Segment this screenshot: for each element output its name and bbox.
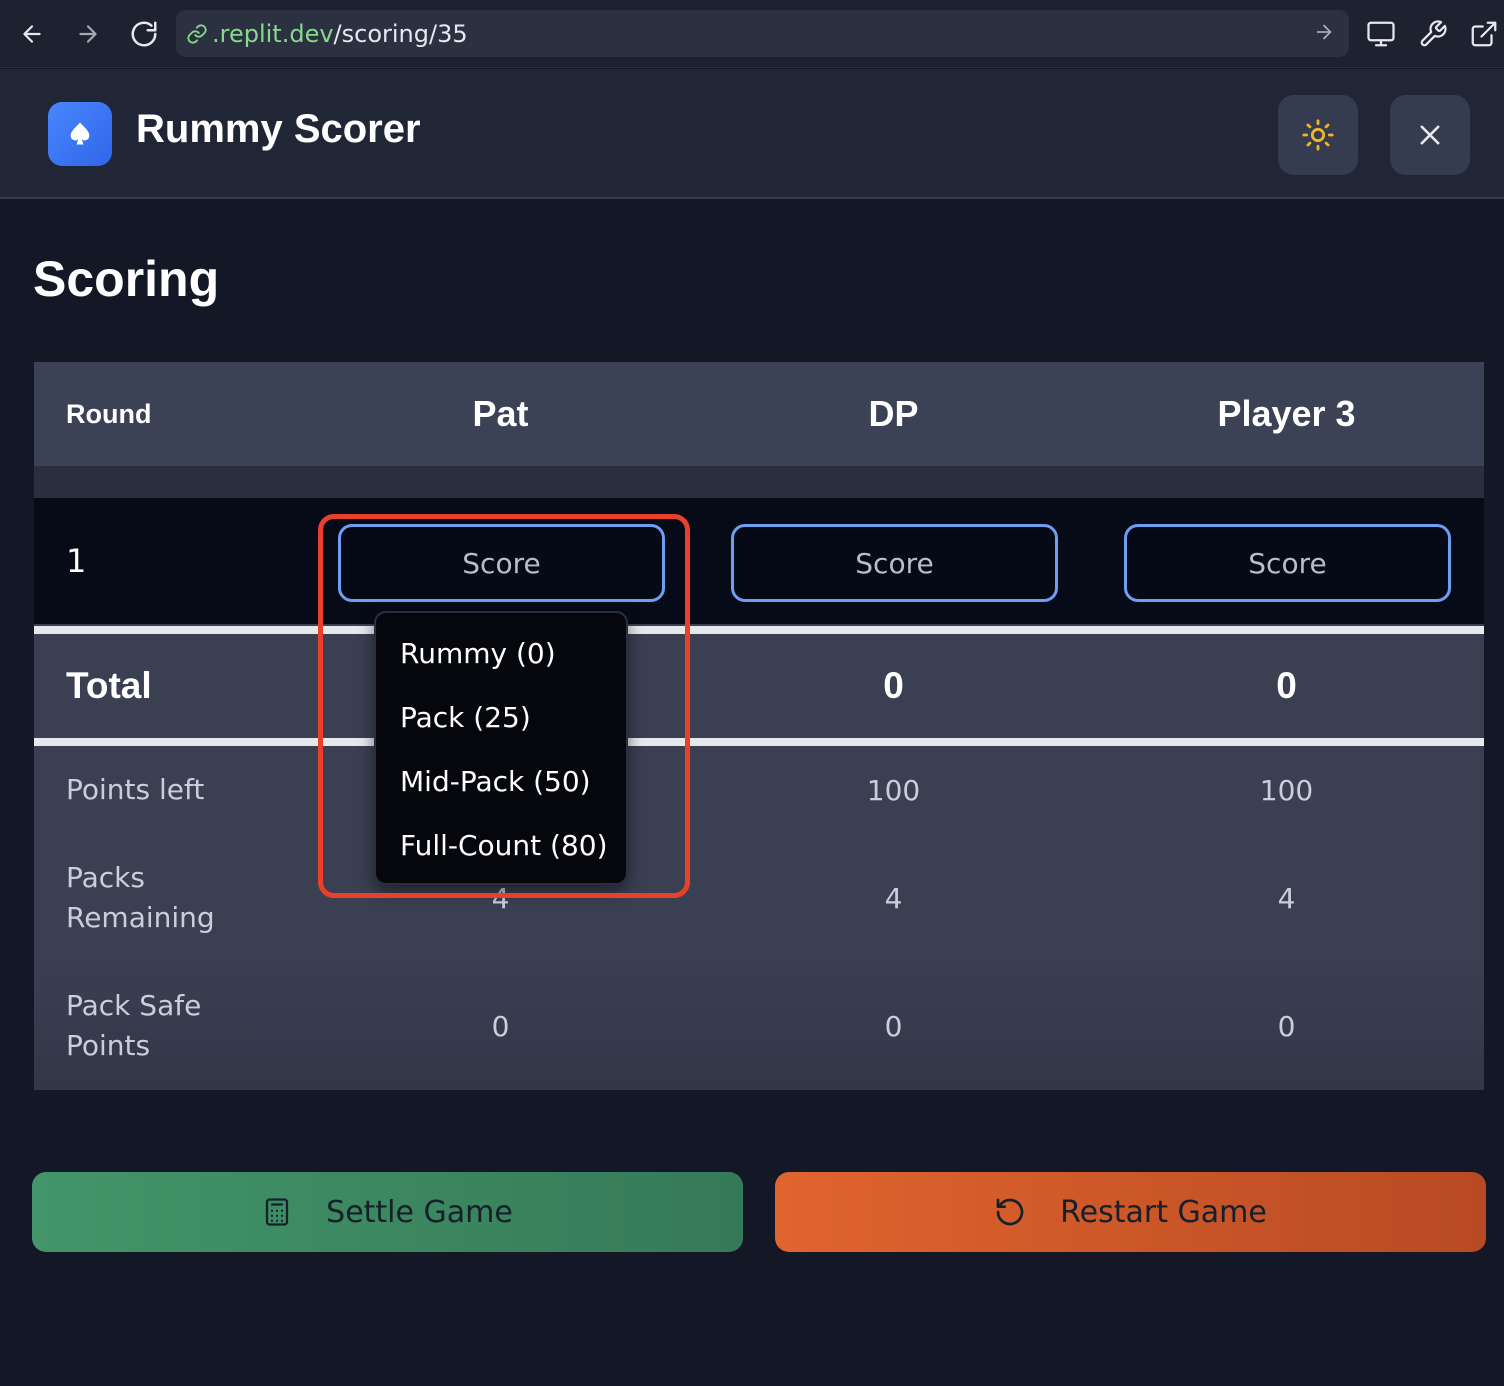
packs-remaining-label-line2: Remaining [66, 901, 215, 934]
scoring-table: Round Pat DP Player 3 1 Score Score Scor… [34, 362, 1484, 1090]
packs-remaining-pat: 4 [491, 882, 510, 915]
address-bar[interactable]: .replit.dev/scoring/35 [176, 10, 1349, 57]
devices-button[interactable] [1361, 14, 1401, 54]
divider [34, 626, 1484, 634]
total-label: Total [66, 665, 152, 706]
points-left-label: Points left [66, 773, 205, 806]
dropdown-option-rummy[interactable]: Rummy (0) [400, 637, 556, 670]
dropdown-option-pack[interactable]: Pack (25) [400, 701, 531, 734]
score-select-pat[interactable]: Score [338, 524, 665, 602]
arrow-left-icon [23, 25, 41, 43]
reload-icon [131, 21, 157, 47]
pack-safe-dp: 0 [884, 1010, 903, 1043]
pack-safe-label-line1: Pack Safe [66, 989, 202, 1022]
arrow-right-icon [1316, 24, 1332, 40]
forward-button[interactable] [68, 14, 108, 54]
monitor-icon [1367, 21, 1395, 47]
app-logo [48, 102, 112, 166]
external-link-icon [1471, 21, 1497, 47]
app-header: Rummy Scorer [0, 69, 1504, 199]
reload-button[interactable] [124, 14, 164, 54]
devtools-button[interactable] [1413, 14, 1453, 54]
url-path: /scoring/35 [333, 19, 468, 48]
close-button[interactable] [1390, 95, 1470, 175]
table-spacer [34, 466, 1484, 498]
restart-game-label: Restart Game [1060, 1194, 1267, 1230]
close-icon [1420, 125, 1440, 145]
round-header: Round [66, 398, 152, 429]
packs-remaining-label-line1: Packs [66, 861, 145, 894]
dropdown-option-full-count[interactable]: Full-Count (80) [400, 829, 608, 862]
calculator-icon [262, 1197, 292, 1227]
go-button[interactable] [1313, 21, 1335, 43]
total-value-player-3: 0 [1276, 665, 1297, 706]
total-row: Total 0 0 [34, 634, 1484, 738]
packs-remaining-dp: 4 [884, 882, 903, 915]
score-select-dp[interactable]: Score [731, 524, 1058, 602]
wrench-icon [1420, 20, 1447, 47]
rotate-ccw-icon [994, 1196, 1026, 1228]
settle-game-label: Settle Game [326, 1194, 513, 1230]
table-header: Round Pat DP Player 3 [34, 362, 1484, 466]
browser-toolbar: .replit.dev/scoring/35 [0, 0, 1504, 68]
points-left-player-3: 100 [1259, 774, 1314, 807]
theme-toggle-button[interactable] [1278, 95, 1358, 175]
player-header-2: DP [868, 393, 919, 434]
link-icon [186, 23, 208, 45]
packs-remaining-player-3: 4 [1277, 882, 1296, 915]
restart-game-button[interactable]: Restart Game [775, 1172, 1486, 1252]
player-header-1: Pat [472, 393, 529, 434]
arrow-right-icon [79, 25, 97, 43]
back-button[interactable] [12, 14, 52, 54]
pack-safe-label-line2: Points [66, 1029, 151, 1062]
page-title: Scoring [33, 251, 220, 307]
sun-icon [1302, 119, 1334, 151]
pack-safe-player-3: 0 [1277, 1010, 1296, 1043]
points-left-dp: 100 [866, 774, 921, 807]
pack-safe-pat: 0 [491, 1010, 510, 1043]
settle-game-button[interactable]: Settle Game [32, 1172, 743, 1252]
url-domain: .replit.dev [212, 19, 334, 48]
divider [34, 738, 1484, 746]
table-row: 1 Score Score Score [34, 498, 1484, 624]
round-number: 1 [66, 542, 87, 580]
score-dropdown-menu: Rummy (0) Pack (25) Mid-Pack (50) Full-C… [374, 611, 628, 885]
score-select-player-3[interactable]: Score [1124, 524, 1451, 602]
spade-icon [70, 122, 90, 145]
dropdown-option-mid-pack[interactable]: Mid-Pack (50) [400, 765, 591, 798]
open-external-button[interactable] [1464, 14, 1504, 54]
app-title: Rummy Scorer [136, 107, 421, 151]
player-header-3: Player 3 [1217, 393, 1356, 434]
total-value-dp: 0 [883, 665, 904, 706]
